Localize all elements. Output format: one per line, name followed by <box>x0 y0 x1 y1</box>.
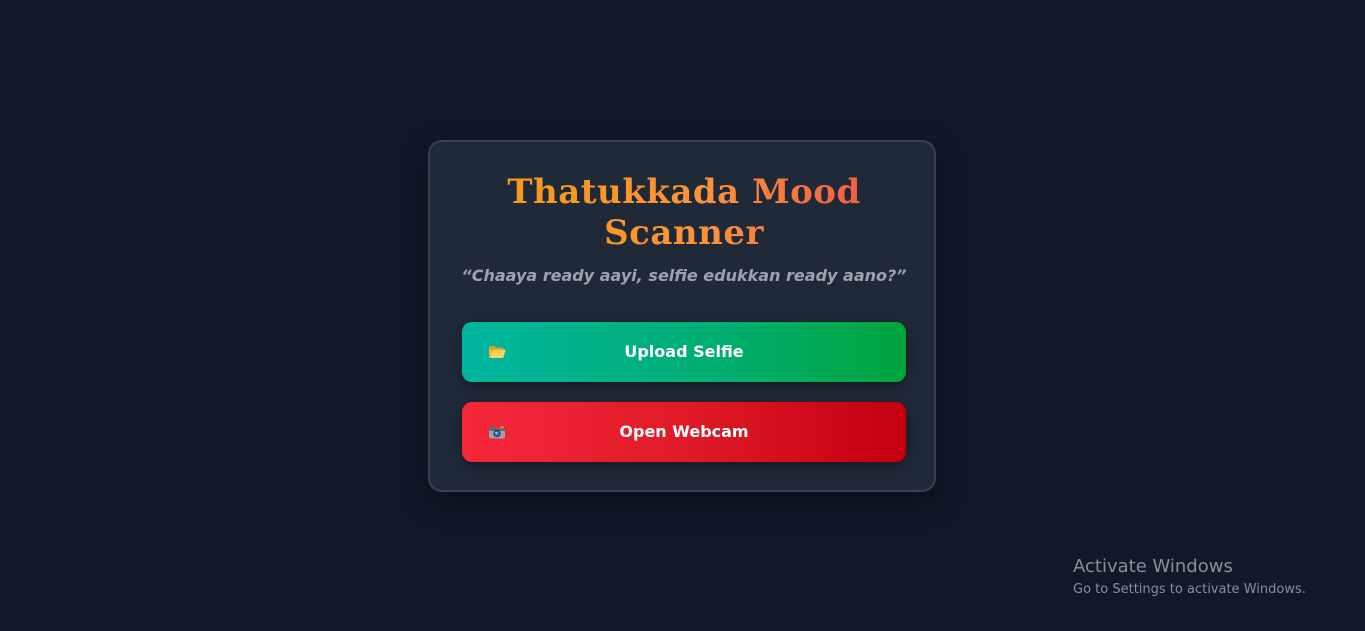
watermark-subtitle: Go to Settings to activate Windows. <box>1073 582 1306 597</box>
watermark-title: Activate Windows <box>1073 556 1233 577</box>
scanner-card: Thatukkada Mood Scanner “Chaaya ready aa… <box>428 140 936 492</box>
open-webcam-label: Open Webcam <box>619 422 749 441</box>
upload-selfie-label: Upload Selfie <box>624 342 744 361</box>
app-title: Thatukkada Mood Scanner <box>430 172 938 254</box>
page: Thatukkada Mood Scanner “Chaaya ready aa… <box>0 0 1365 631</box>
windows-activation-watermark: Activate Windows Go to Settings to activ… <box>1073 555 1306 601</box>
app-subtitle: “Chaaya ready aayi, selfie edukkan ready… <box>461 266 907 285</box>
upload-selfie-button[interactable]: Upload Selfie <box>462 322 906 382</box>
open-webcam-button[interactable]: Open Webcam <box>462 402 906 462</box>
